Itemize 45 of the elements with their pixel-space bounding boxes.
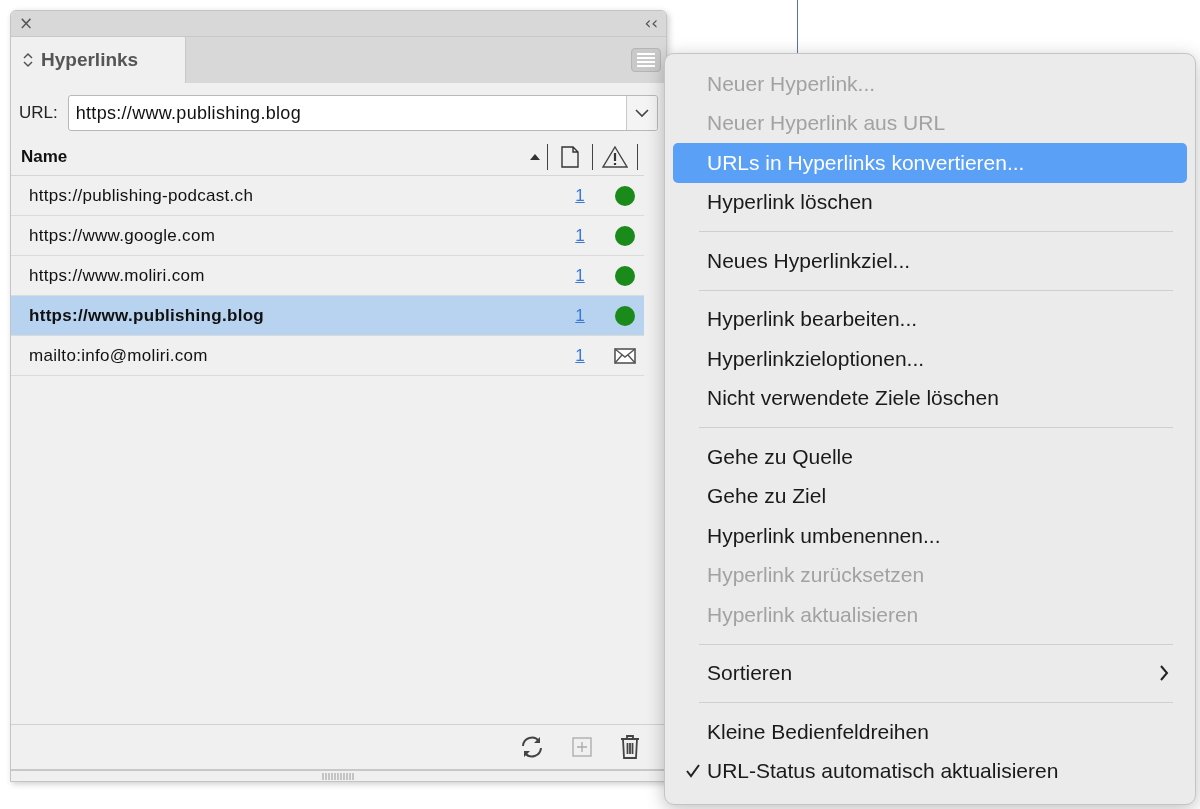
sort-ascending-icon[interactable] bbox=[529, 153, 541, 161]
collapse-button[interactable]: ‹‹ bbox=[644, 15, 658, 32]
hyperlink-name: https://www.google.com bbox=[29, 225, 217, 246]
envelope-icon bbox=[614, 347, 636, 364]
menu-item[interactable]: Hyperlink umbenennen... bbox=[673, 516, 1187, 556]
delete-button[interactable] bbox=[620, 735, 640, 759]
menu-item[interactable]: Sortieren bbox=[673, 653, 1187, 693]
page-link[interactable]: 1 bbox=[570, 185, 590, 206]
dropdown-button[interactable] bbox=[626, 96, 657, 130]
hyperlink-name: https://www.publishing.blog bbox=[29, 305, 266, 326]
status-dot bbox=[615, 225, 635, 246]
warning-icon bbox=[602, 146, 628, 168]
menu-item[interactable]: Nicht verwendete Ziele löschen bbox=[673, 378, 1187, 418]
hyperlink-name: https://publishing-podcast.ch bbox=[29, 185, 255, 206]
hyperlink-row[interactable]: https://www.publishing.blog 1 bbox=[11, 296, 644, 336]
refresh-button[interactable] bbox=[520, 736, 544, 758]
status-dot bbox=[615, 185, 635, 206]
resize-grip-icon[interactable] bbox=[321, 772, 356, 780]
menu-item[interactable]: Hyperlinkzieloptionen... bbox=[673, 339, 1187, 379]
menu-item[interactable]: Gehe zu Quelle bbox=[673, 437, 1187, 477]
menu-item[interactable]: URL-Status automatisch aktualisieren bbox=[673, 751, 1187, 791]
chevron-down-icon bbox=[635, 108, 649, 118]
hyperlink-name: https://www.moliri.com bbox=[29, 265, 206, 286]
page-link[interactable]: 1 bbox=[570, 345, 590, 366]
column-header[interactable]: Name bbox=[21, 147, 529, 167]
hyperlink-row[interactable]: https://www.google.com 1 bbox=[11, 216, 644, 256]
menu-button[interactable] bbox=[631, 48, 661, 72]
menu-item[interactable]: Neues Hyperlinkziel... bbox=[673, 241, 1187, 281]
page-icon bbox=[561, 146, 579, 168]
updown-icon bbox=[23, 52, 33, 68]
page-link[interactable]: 1 bbox=[570, 225, 590, 246]
hyperlink-row[interactable]: mailto:info@moliri.com 1 bbox=[11, 336, 644, 376]
page-link[interactable]: 1 bbox=[570, 265, 590, 286]
menu-item[interactable]: Hyperlink bearbeiten... bbox=[673, 299, 1187, 339]
panel-tab[interactable]: Hyperlinks bbox=[11, 37, 186, 83]
status-dot bbox=[615, 265, 635, 286]
hyperlink-name: mailto:info@moliri.com bbox=[29, 345, 209, 366]
chevron-right-icon bbox=[1159, 665, 1169, 682]
url-label: URL: bbox=[19, 103, 58, 123]
menu-item[interactable]: Kleine Bedienfeldreihen bbox=[673, 712, 1187, 752]
close-button[interactable]: × bbox=[19, 15, 34, 32]
menu-item[interactable]: Hyperlink löschen bbox=[673, 182, 1187, 222]
hyperlink-row[interactable]: https://publishing-podcast.ch 1 bbox=[11, 176, 644, 216]
status-dot bbox=[615, 305, 635, 326]
menu-item[interactable]: Gehe zu Ziel bbox=[673, 476, 1187, 516]
